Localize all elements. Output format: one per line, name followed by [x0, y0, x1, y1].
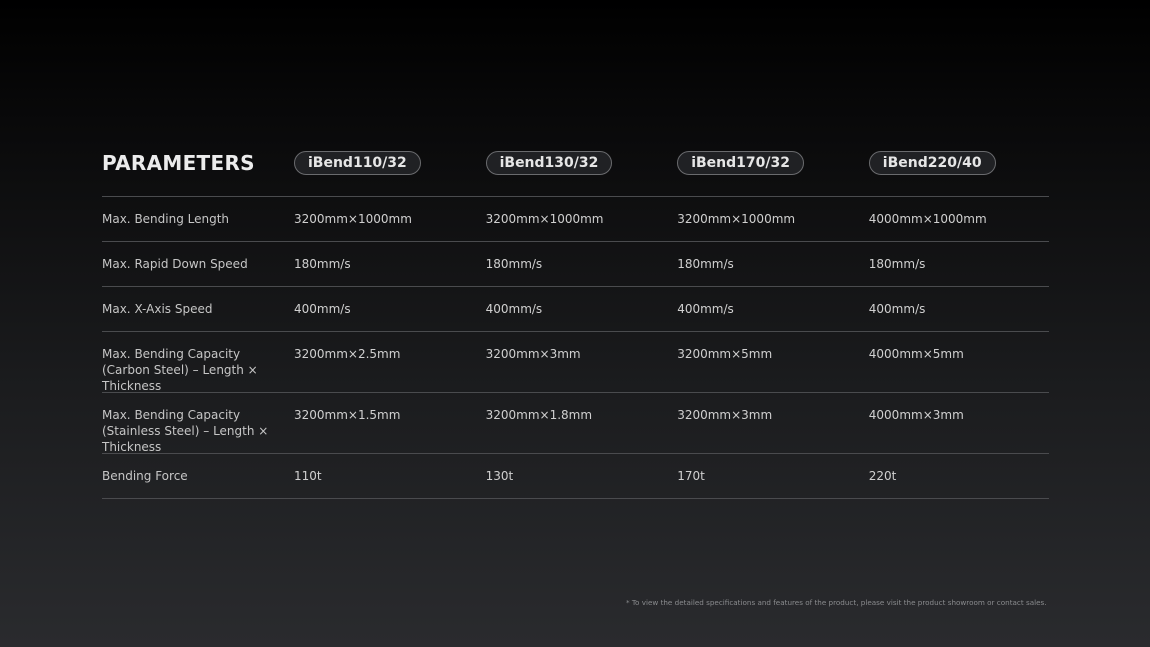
model-column-4: iBend220/40 — [868, 151, 1061, 175]
table-cell: 170t — [677, 469, 705, 483]
table-cell: 3200mm×1000mm — [294, 212, 412, 226]
table-cell: 400mm/s — [294, 302, 351, 316]
model-tag-ibend110: iBend110/32 — [294, 151, 421, 175]
table-cell: 4000mm×3mm — [868, 408, 964, 422]
model-tag-ibend130: iBend130/32 — [485, 151, 613, 175]
table-cell: 180mm/s — [868, 257, 926, 271]
table-cell: 4000mm×1000mm — [868, 212, 987, 226]
spec-table: PARAMETERS iBend110/32 iBend130/32 iBend… — [102, 146, 1049, 499]
model-tag-ibend220: iBend220/40 — [868, 151, 996, 175]
table-cell: 3200mm×1000mm — [677, 212, 796, 226]
row-label: Bending Force — [102, 469, 188, 483]
model-column-3: iBend170/32 — [677, 151, 869, 175]
row-label: Max. Bending Capacity (Carbon Steel) – L… — [102, 347, 258, 393]
table-cell: 3200mm×1000mm — [485, 212, 604, 226]
footnote: * To view the detailed specifications an… — [626, 598, 1047, 607]
table-header-row: PARAMETERS iBend110/32 iBend130/32 iBend… — [102, 146, 1049, 197]
table-cell: 4000mm×5mm — [868, 347, 964, 361]
table-cell: 220t — [868, 469, 897, 483]
model-tag-ibend170: iBend170/32 — [677, 151, 804, 175]
table-cell: 3200mm×3mm — [485, 347, 581, 361]
table-cell: 3200mm×1.8mm — [485, 408, 593, 422]
table-cell: 400mm/s — [868, 302, 926, 316]
table-cell: 130t — [485, 469, 514, 483]
table-cell: 3200mm×1.5mm — [294, 408, 401, 422]
table-row: Max. X-Axis Speed 400mm/s 400mm/s 400mm/… — [102, 287, 1049, 332]
model-column-2: iBend130/32 — [485, 151, 678, 175]
table-cell: 3200mm×5mm — [677, 347, 773, 361]
row-label: Max. X-Axis Speed — [102, 302, 213, 316]
table-cell: 180mm/s — [294, 257, 351, 271]
row-label: Max. Rapid Down Speed — [102, 257, 248, 271]
table-row: Max. Rapid Down Speed 180mm/s 180mm/s 18… — [102, 242, 1049, 287]
row-label: Max. Bending Capacity (Stainless Steel) … — [102, 408, 269, 454]
parameters-title: PARAMETERS — [102, 151, 255, 175]
table-cell: 400mm/s — [485, 302, 543, 316]
table-cell: 3200mm×2.5mm — [294, 347, 401, 361]
table-row: Max. Bending Capacity (Stainless Steel) … — [102, 393, 1049, 454]
table-row: Bending Force 110t 130t 170t 220t — [102, 454, 1049, 499]
table-row: Max. Bending Length 3200mm×1000mm 3200mm… — [102, 197, 1049, 242]
row-label: Max. Bending Length — [102, 212, 230, 226]
table-row: Max. Bending Capacity (Carbon Steel) – L… — [102, 332, 1049, 393]
table-cell: 3200mm×3mm — [677, 408, 773, 422]
table-cell: 110t — [294, 469, 322, 483]
table-cell: 180mm/s — [677, 257, 734, 271]
table-cell: 180mm/s — [485, 257, 543, 271]
table-cell: 400mm/s — [677, 302, 734, 316]
parameters-heading: PARAMETERS — [102, 151, 294, 175]
model-column-1: iBend110/32 — [294, 151, 486, 175]
